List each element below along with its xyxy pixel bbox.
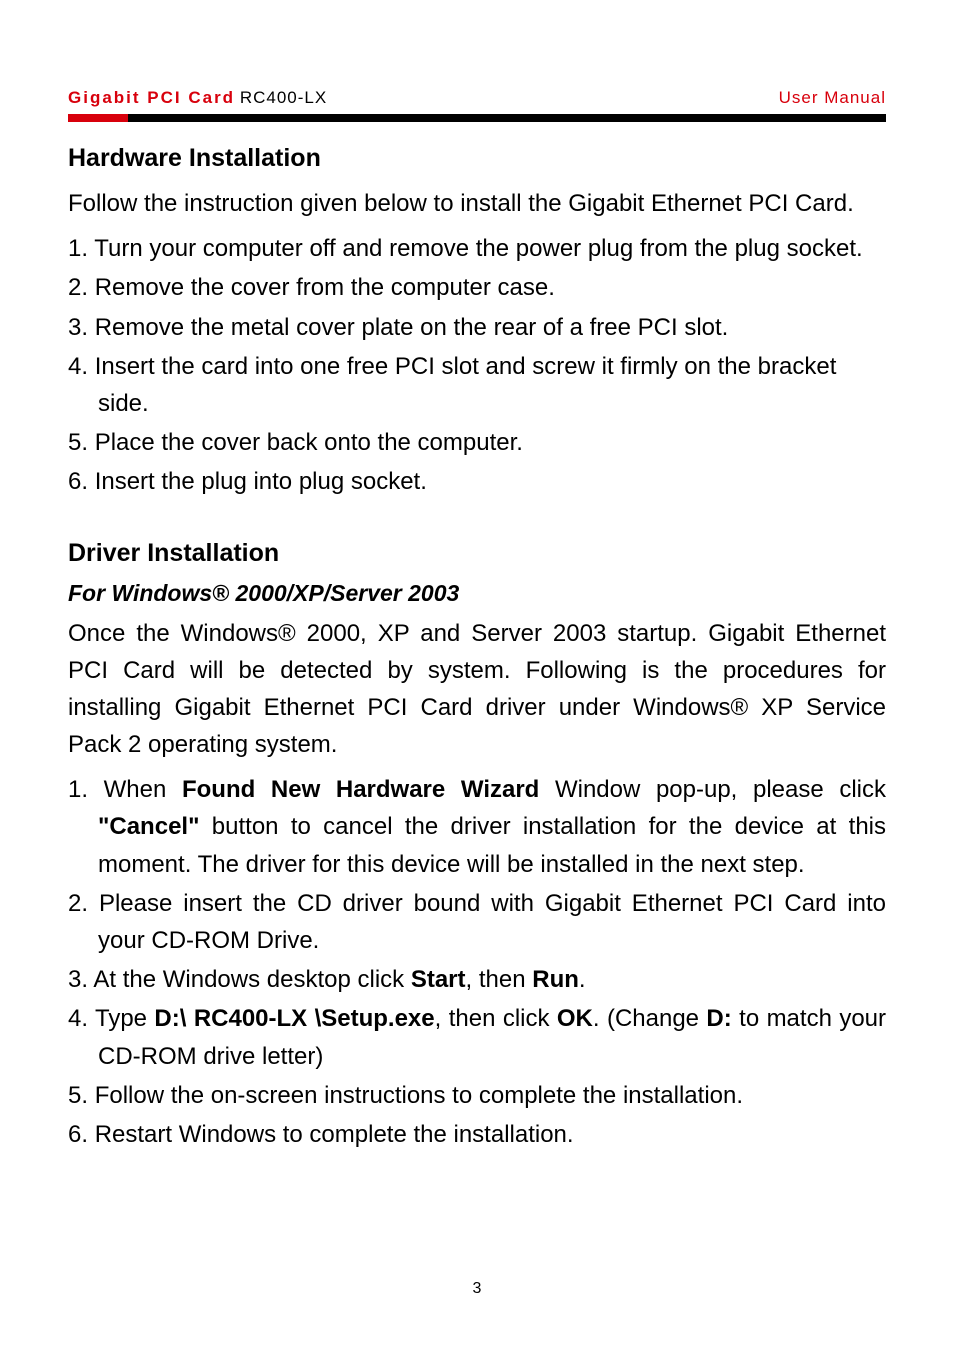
- bold-text: D:: [706, 1005, 731, 1032]
- list-number: 4.: [68, 1005, 88, 1032]
- header-left: Gigabit PCI Card RC400-LX: [68, 88, 327, 108]
- text-fragment: , then: [466, 966, 533, 993]
- page-number: 3: [0, 1280, 954, 1298]
- hardware-steps-list: 1. Turn your computer off and remove the…: [68, 230, 886, 500]
- bold-text: Found New Hardware Wizard: [182, 776, 539, 803]
- header-separator: [68, 114, 886, 122]
- list-item: 1. When Found New Hardware Wizard Window…: [68, 771, 886, 883]
- list-number: 2.: [68, 274, 88, 301]
- list-item: 5. Follow the on-screen instructions to …: [68, 1077, 886, 1114]
- list-text: Insert the card into one free PCI slot a…: [95, 353, 837, 417]
- list-item: 5. Place the cover back onto the compute…: [68, 424, 886, 461]
- list-item: 1. Turn your computer off and remove the…: [68, 230, 886, 267]
- section1-intro: Follow the instruction given below to in…: [68, 185, 886, 222]
- list-item: 3. At the Windows desktop click Start, t…: [68, 961, 886, 998]
- text-fragment: , then click: [435, 1005, 557, 1032]
- text-fragment: .: [579, 966, 586, 993]
- list-number: 6.: [68, 468, 88, 495]
- list-number: 3.: [68, 966, 88, 993]
- section2-intro: Once the Windows® 2000, XP and Server 20…: [68, 615, 886, 764]
- text-fragment: At the Windows desktop click: [93, 966, 410, 993]
- list-item: 3. Remove the metal cover plate on the r…: [68, 309, 886, 346]
- list-number: 1.: [68, 235, 88, 262]
- section2-subheading: For Windows® 2000/XP/Server 2003: [68, 580, 886, 607]
- bold-text: Start: [411, 966, 466, 993]
- list-item: 2. Remove the cover from the computer ca…: [68, 269, 886, 306]
- separator-main: [128, 114, 886, 122]
- list-number: 1.: [68, 776, 88, 803]
- text-fragment: . (Change: [593, 1005, 707, 1032]
- list-text: Follow the on-screen instructions to com…: [95, 1082, 743, 1109]
- list-number: 4.: [68, 353, 88, 380]
- list-text: Place the cover back onto the computer.: [95, 429, 523, 456]
- text-fragment: Type: [95, 1005, 154, 1032]
- doc-type-label: User Manual: [779, 88, 886, 108]
- section2-heading: Driver Installation: [68, 539, 886, 568]
- list-number: 2.: [68, 890, 88, 917]
- list-number: 6.: [68, 1121, 88, 1148]
- page-header: Gigabit PCI Card RC400-LX User Manual: [68, 88, 886, 108]
- list-text: Please insert the CD driver bound with G…: [98, 890, 886, 954]
- list-item: 6. Insert the plug into plug socket.: [68, 463, 886, 500]
- list-item: 2. Please insert the CD driver bound wit…: [68, 885, 886, 959]
- list-item: 4. Type D:\ RC400-LX \Setup.exe, then cl…: [68, 1000, 886, 1074]
- list-text: At the Windows desktop click Start, then…: [93, 966, 585, 993]
- list-item: 4. Insert the card into one free PCI slo…: [68, 348, 886, 422]
- list-text: Insert the plug into plug socket.: [95, 468, 427, 495]
- text-fragment: Window pop-up, please click: [539, 776, 886, 803]
- list-item: 6. Restart Windows to complete the insta…: [68, 1116, 886, 1153]
- list-text: Remove the cover from the computer case.: [95, 274, 555, 301]
- bold-text: D:\ RC400-LX \Setup.exe: [154, 1005, 434, 1032]
- list-number: 5.: [68, 429, 88, 456]
- bold-text: OK: [557, 1005, 593, 1032]
- list-text: Type D:\ RC400-LX \Setup.exe, then click…: [95, 1005, 886, 1069]
- product-name: Gigabit PCI Card: [68, 88, 235, 107]
- list-text: Restart Windows to complete the installa…: [95, 1121, 574, 1148]
- list-number: 5.: [68, 1082, 88, 1109]
- text-fragment: button to cancel the driver installation…: [98, 813, 886, 877]
- bold-text: Run: [532, 966, 579, 993]
- list-number: 3.: [68, 314, 88, 341]
- list-text: Turn your computer off and remove the po…: [94, 235, 862, 262]
- driver-steps-list: 1. When Found New Hardware Wizard Window…: [68, 771, 886, 1153]
- product-model: RC400-LX: [240, 88, 327, 107]
- section1-heading: Hardware Installation: [68, 144, 886, 173]
- list-text: Remove the metal cover plate on the rear…: [95, 314, 729, 341]
- list-text: When Found New Hardware Wizard Window po…: [98, 776, 886, 877]
- text-fragment: When: [104, 776, 182, 803]
- section2: Driver Installation For Windows® 2000/XP…: [68, 539, 886, 1154]
- separator-accent: [68, 114, 128, 122]
- bold-text: "Cancel": [98, 813, 199, 840]
